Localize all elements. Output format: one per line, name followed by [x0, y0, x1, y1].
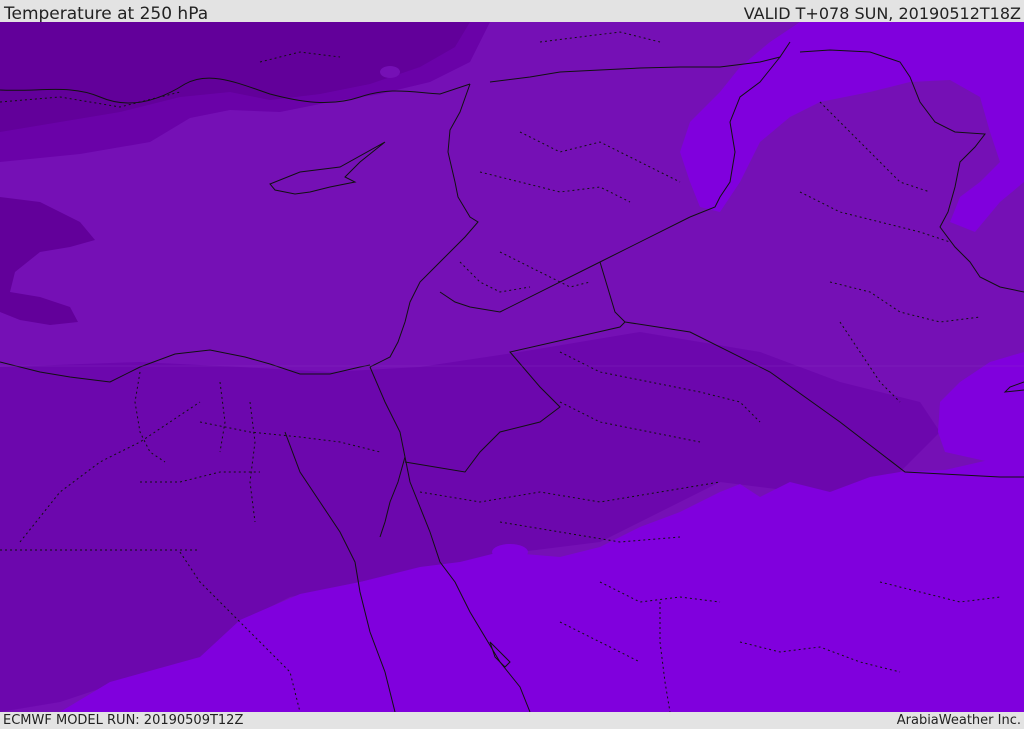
temperature-map[interactable]	[0, 22, 1024, 712]
warm-patch-2	[736, 532, 764, 572]
map-canvas	[0, 22, 1024, 712]
warm-patch-1	[766, 528, 810, 560]
footer-bar: ECMWF MODEL RUN: 20190509T12Z ArabiaWeat…	[0, 712, 1024, 729]
warm-patch-5	[380, 66, 400, 78]
credit: ArabiaWeather Inc.	[896, 713, 1021, 728]
warm-patch-3	[824, 543, 876, 571]
header-bar: Temperature at 250 hPa VALID T+078 SUN, …	[0, 0, 1024, 24]
model-run: ECMWF MODEL RUN: 20190509T12Z	[3, 713, 244, 728]
warm-patch-4	[492, 544, 528, 560]
